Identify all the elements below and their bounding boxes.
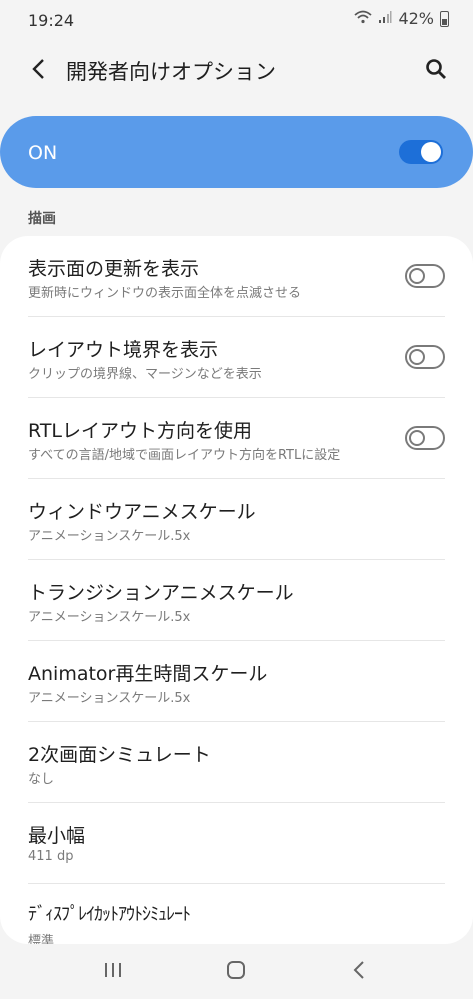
setting-title: トランジションアニメスケール [28,582,294,604]
setting-subtitle: なし [28,772,55,787]
toggle-knob [421,142,441,162]
master-switch-label: ON [28,142,58,164]
setting-subtitle: クリップの境界線、マージンなどを表示 [28,367,262,382]
setting-title: 2次画面シミュレート [28,744,211,766]
setting-smallest-width[interactable]: 最小幅 411 dp [28,803,445,884]
setting-display-cutout-simulation[interactable]: ﾃﾞｨｽﾌﾟﾚｲｶｯﾄｱｳﾄｼﾐｭﾚｰﾄ 標準 [28,884,445,944]
search-button[interactable] [419,54,453,88]
setting-title: RTLレイアウト方向を使用 [28,420,253,442]
page-title: 開発者向けオプション [66,60,276,84]
setting-title: レイアウト境界を表示 [28,339,219,361]
setting-window-animation-scale[interactable]: ウィンドウアニメスケール アニメーションスケール.5x [28,479,445,560]
wifi-icon [354,9,373,28]
setting-title: ﾃﾞｨｽﾌﾟﾚｲｶｯﾄｱｳﾄｼﾐｭﾚｰﾄ [28,904,191,925]
signal-icon [378,9,392,28]
setting-subtitle: すべての言語/地域で画面レイアウト方向をRTLに設定 [28,448,341,463]
section-header: 描画 [28,211,56,227]
setting-simulate-secondary-displays[interactable]: 2次画面シミュレート なし [28,722,445,803]
toggle-knob [409,430,425,446]
status-bar: 19:24 42% [0,0,473,42]
status-icons: 42% [354,9,449,28]
search-icon [425,58,447,84]
status-time: 19:24 [28,11,75,30]
recents-button[interactable] [98,958,128,986]
recents-icon [103,961,123,983]
setting-subtitle: アニメーションスケール.5x [28,691,191,706]
setting-title: 表示面の更新を表示 [28,258,200,280]
chevron-left-icon [30,58,48,84]
master-toggle[interactable] [399,140,443,164]
setting-subtitle: アニメーションスケール.5x [28,610,191,625]
toggle-switch[interactable] [405,345,445,369]
setting-subtitle: 411 dp [28,849,74,864]
toggle-switch[interactable] [405,264,445,288]
home-button[interactable] [221,958,251,986]
setting-title: ウィンドウアニメスケール [28,501,256,523]
setting-show-layout-bounds[interactable]: レイアウト境界を表示 クリップの境界線、マージンなどを表示 [28,317,445,398]
nav-back-button[interactable] [344,958,374,986]
settings-card: 表示面の更新を表示 更新時にウィンドウの表示面全体を点滅させる レイアウト境界を… [0,236,473,944]
app-bar: 開発者向けオプション [0,42,473,100]
navigation-bar [0,944,473,999]
battery-percentage: 42% [398,9,434,28]
setting-title: Animator再生時間スケール [28,663,268,685]
setting-subtitle: 標準 [28,934,55,944]
setting-subtitle: アニメーションスケール.5x [28,529,191,544]
toggle-knob [409,349,425,365]
developer-options-master-switch[interactable]: ON [0,116,473,188]
battery-icon [440,10,449,27]
setting-animator-duration-scale[interactable]: Animator再生時間スケール アニメーションスケール.5x [28,641,445,722]
setting-show-surface-updates[interactable]: 表示面の更新を表示 更新時にウィンドウの表示面全体を点滅させる [28,236,445,317]
home-icon [225,960,247,984]
nav-back-icon [351,960,367,984]
toggle-knob [409,268,425,284]
setting-subtitle: 更新時にウィンドウの表示面全体を点滅させる [28,286,302,301]
setting-transition-animation-scale[interactable]: トランジションアニメスケール アニメーションスケール.5x [28,560,445,641]
setting-force-rtl-layout[interactable]: RTLレイアウト方向を使用 すべての言語/地域で画面レイアウト方向をRTLに設定 [28,398,445,479]
toggle-switch[interactable] [405,426,445,450]
setting-title: 最小幅 [28,825,86,847]
back-button[interactable] [22,54,56,88]
